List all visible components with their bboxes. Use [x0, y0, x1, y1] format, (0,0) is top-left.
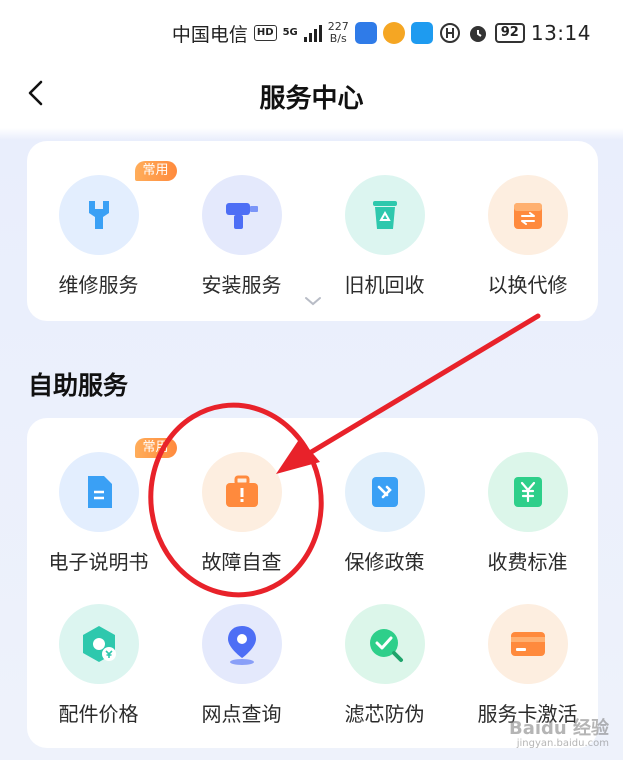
status-icons: 中国电信 HD 5G 227 B/s 92 13:14: [172, 18, 591, 48]
service-label: 故障自查: [201, 550, 282, 574]
service-recycle[interactable]: 旧机回收: [313, 175, 456, 298]
service-label: 保修政策: [344, 550, 425, 574]
battery-icon: 92: [494, 23, 525, 43]
hd-badge: HD: [253, 25, 277, 41]
app-notification-icon: [354, 22, 377, 44]
service-repair[interactable]: 常用 维修服务: [27, 161, 177, 298]
service-icon-circle: [201, 175, 282, 255]
service-icon-circle: 常用: [58, 161, 177, 255]
self-service-store-locator[interactable]: 网点查询: [170, 604, 313, 727]
service-label: 安装服务: [201, 273, 282, 297]
top-services-card: 常用 维修服务 安装服务 旧机回收 以换代修: [27, 141, 598, 321]
service-label: 以换代修: [487, 273, 568, 297]
clock: 13:14: [530, 21, 591, 45]
nfc-icon: [439, 23, 460, 43]
parts-price-icon: [82, 626, 116, 662]
self-service-manual[interactable]: 常用 电子说明书: [27, 438, 177, 575]
filter-verify-icon: [369, 629, 403, 662]
service-label: 电子说明书: [48, 550, 149, 574]
app-header: 服务中心: [0, 66, 623, 128]
service-icon-circle: [344, 604, 425, 684]
warranty-icon: [371, 477, 398, 507]
location-pin-icon: [227, 626, 256, 665]
watermark-logo: Baidu 经验: [508, 718, 609, 739]
service-exchange[interactable]: 以换代修: [456, 175, 599, 298]
self-service-fault-check[interactable]: 故障自查: [170, 452, 313, 575]
service-icon-circle: [201, 604, 282, 684]
network-indicator: 5G: [283, 28, 298, 38]
service-label: 收费标准: [487, 550, 568, 574]
chevron-down-icon[interactable]: [303, 295, 323, 307]
self-service-fees[interactable]: 收费标准: [456, 452, 599, 575]
self-service-warranty[interactable]: 保修政策: [313, 452, 456, 575]
page-title: 服务中心: [259, 84, 364, 114]
toolbox-alert-icon: [225, 475, 258, 507]
service-icon-circle: [487, 604, 568, 684]
section-title: 自助服务: [28, 371, 129, 400]
app-notification-icon: [382, 22, 405, 44]
net-speed: 227 B/s: [328, 21, 349, 45]
signal-icon: [303, 24, 322, 42]
net-speed-unit: B/s: [329, 32, 347, 45]
exchange-box-icon: [513, 203, 542, 229]
watermark-url: jingyan.baidu.com: [516, 738, 609, 749]
self-service-filter-verify[interactable]: 滤芯防伪: [313, 604, 456, 727]
service-icon-circle: [344, 452, 425, 532]
service-icon-circle: [58, 604, 139, 684]
service-icon-circle: [487, 452, 568, 532]
alarm-icon: [469, 26, 486, 42]
service-install[interactable]: 安装服务: [170, 175, 313, 298]
drill-icon: [225, 203, 258, 229]
status-bar: 中国电信 HD 5G 227 B/s 92 13:14: [0, 0, 623, 66]
service-label: 旧机回收: [344, 273, 425, 297]
self-service-card: 常用 电子说明书 故障自查 保修政策 收费标准 配件价格 网点查询 滤芯防伪 服…: [27, 418, 598, 748]
service-label: 维修服务: [58, 273, 139, 297]
service-icon-circle: [344, 175, 425, 255]
network-type: 5G: [282, 27, 298, 38]
service-icon-circle: 常用: [58, 438, 177, 532]
service-icon-circle: [201, 452, 282, 532]
service-label: 滤芯防伪: [344, 702, 425, 726]
self-service-card-activation[interactable]: 服务卡激活: [456, 604, 599, 727]
carrier-name: 中国电信: [171, 23, 248, 46]
service-icon-circle: [487, 175, 568, 255]
recycle-bin-icon: [372, 201, 397, 229]
wrench-icon: [88, 201, 109, 229]
self-service-parts-price[interactable]: 配件价格: [27, 604, 170, 727]
document-icon: [87, 476, 112, 508]
search-app-icon: [410, 22, 433, 44]
service-label: 网点查询: [201, 702, 282, 726]
card-icon: [510, 632, 545, 656]
watermark: Baidu 经验 jingyan.baidu.com: [509, 720, 609, 750]
yuan-icon: [513, 477, 542, 507]
service-label: 配件价格: [58, 702, 139, 726]
